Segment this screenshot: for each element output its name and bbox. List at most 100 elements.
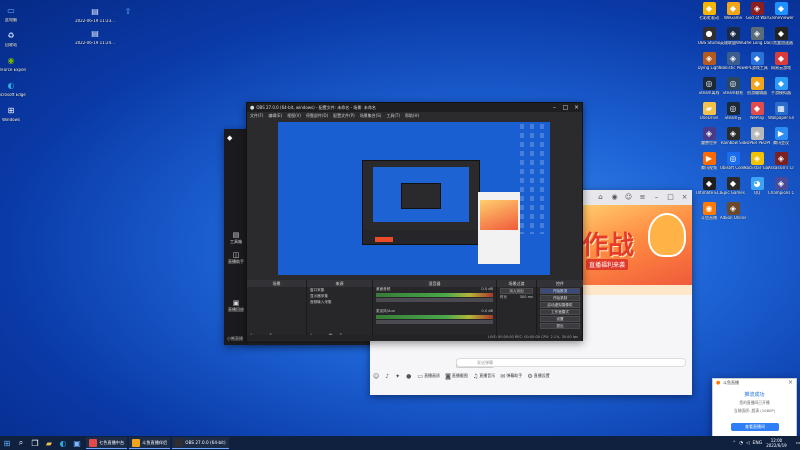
desktop-icon-label: Windows (2, 118, 20, 122)
toolbar-button[interactable]: ♪ (385, 373, 390, 380)
toolbar-button[interactable]: ✉ 弹幕助手 (500, 373, 522, 380)
lol-icon: ◈ (726, 27, 740, 40)
game-icon: ◈ (774, 152, 788, 165)
desktop-icon[interactable]: ◆ 网易云游戏 (766, 52, 796, 71)
start-streaming-button[interactable]: 开始推流 (540, 288, 580, 294)
obs-dock-area: 场景 + − ⌃ ⌄ 来源 窗口采集 显示器采集 音频输入采集 + − ⚙ ⌃ … (247, 280, 583, 341)
virtual-camera-button[interactable]: 启动虚拟摄像机 (540, 302, 580, 308)
menu-item[interactable]: 帮助(H) (405, 113, 419, 119)
rail-item-toolbox[interactable]: ▤ 工具箱 (226, 231, 246, 245)
studio-mode-button[interactable]: 工作室模式 (540, 309, 580, 315)
gamepad-icon[interactable]: ◉ (610, 193, 619, 202)
minimize-icon[interactable]: – (652, 193, 661, 202)
toolbar-button[interactable]: ✦ (395, 373, 401, 380)
game-icon: ◈ (750, 127, 764, 140)
clock[interactable]: 12:00 2022/6/19 (766, 438, 787, 448)
desktop-icon-label: Wallpaper Engine (768, 116, 794, 120)
menu-item[interactable]: 编辑(E) (268, 113, 282, 119)
exit-button[interactable]: 退出 (540, 323, 580, 329)
desktop-icon-label: 腾讯视频 (701, 166, 717, 170)
desktop-icon-label: 斗鱼直播 (701, 216, 717, 220)
desktop-icon[interactable]: ◈Champions Online (766, 177, 796, 196)
input-language[interactable]: ENG (753, 441, 763, 446)
duration-row: 时长 300 ms (500, 295, 533, 300)
game-icon: ◈ (750, 27, 764, 40)
store-icon[interactable]: ▣ (70, 436, 84, 450)
obs-preview-canvas[interactable] (278, 122, 550, 275)
start-recording-button[interactable]: 开始录制 (540, 295, 580, 301)
desktop-file[interactable]: ▤ 2022-06-19 11:23... (72, 5, 118, 24)
transition-select[interactable]: 淡入淡出 (500, 288, 533, 294)
menu-item[interactable]: 文件(F) (250, 113, 263, 119)
desktop-icon[interactable]: ◐ Microsoft Edge (0, 79, 26, 98)
toolbar-button[interactable]: ▭ 直播画质 (417, 373, 440, 380)
desktop-icon[interactable]: ⊞ Windows (0, 104, 26, 123)
maximize-icon[interactable]: □ (666, 193, 675, 202)
close-icon[interactable]: × (788, 379, 793, 387)
mixer-channel-label: 麦克风/Aux 0.0 dB (376, 309, 493, 313)
menu-item[interactable]: 场景集合(S) (360, 113, 382, 119)
promo-banner[interactable]: 作战 直播福利来袭 (574, 205, 692, 285)
desktop-icon[interactable]: ◉ GeForce Experience (0, 54, 26, 73)
desktop-icon[interactable]: ◆ 小黑盒加速器 (766, 27, 796, 46)
notification-center-icon[interactable]: ▭ (796, 441, 800, 446)
desktop-icon-label: Albion Online (720, 216, 746, 220)
toolbar-button[interactable]: ⚙ 直播设置 (527, 373, 549, 380)
user-icon[interactable]: ☺ (624, 193, 633, 202)
task-view-icon[interactable]: ❐ (28, 436, 42, 450)
menu-item[interactable]: 配置文件(P) (333, 113, 355, 119)
close-icon[interactable]: × (571, 103, 582, 112)
desktop-icon[interactable]: ◆ GameViewer (766, 2, 796, 21)
desktop-icon-label: 小黑盒加速器 (769, 41, 793, 45)
taskbar-app[interactable]: 七色直播中台 (86, 437, 128, 449)
volume-slider[interactable] (376, 320, 493, 324)
desktop-icon-label: Steam联机 (722, 91, 744, 95)
chevron-up-icon[interactable]: ⌃ (732, 441, 736, 446)
home-icon[interactable]: ⌂ (596, 193, 605, 202)
settings-button[interactable]: 设置 (540, 316, 580, 322)
search-icon[interactable]: ⌕ (14, 436, 28, 450)
desktop-icon[interactable]: ▭ 此电脑 (0, 4, 26, 23)
desktop-icon[interactable]: ▶ 腾讯会议 (766, 127, 796, 146)
windows-start-icon[interactable]: ⊞ (0, 436, 14, 450)
minimize-icon[interactable]: – (549, 103, 560, 112)
taskbar-app-label: 斗鱼直播伴侣 (142, 439, 168, 445)
close-icon[interactable]: × (680, 193, 689, 202)
desktop-file[interactable]: ▤ 2022-06-19 11:24... (72, 27, 118, 46)
desktop-icon[interactable]: ▦Wallpaper Engine (766, 102, 796, 121)
volume-icon[interactable]: ◁ (746, 441, 749, 446)
toolbar-button[interactable]: ♫ 直播音乐 (473, 373, 495, 380)
network-icon[interactable]: ◔ (739, 441, 743, 446)
view-room-button[interactable]: 查看直播间 (731, 423, 779, 431)
desktop-icon[interactable]: ◈Assassin's Creed (766, 152, 796, 171)
client-footer: 小熊直播 (227, 336, 243, 341)
promo-title: 作战 (582, 231, 635, 261)
obs-window[interactable]: ● OBS 27.0.0 (64-bit, windows) - 配置文件: 未… (246, 102, 583, 341)
volume-slider[interactable] (376, 298, 493, 302)
menu-item[interactable]: 工具(T) (386, 113, 400, 119)
taskbar-app[interactable]: 斗鱼直播伴侣 (129, 437, 171, 449)
menu-item[interactable]: 视图(V) (287, 113, 301, 119)
edge-icon[interactable]: ◐ (56, 436, 70, 450)
source-item[interactable]: 音频输入采集 (307, 299, 372, 305)
maximize-icon[interactable]: □ (560, 103, 571, 112)
duration-value[interactable]: 300 ms (520, 295, 533, 300)
desktop-icon[interactable]: ◈ Albion Online (718, 202, 748, 221)
desktop-shortcut[interactable]: ⇧ (113, 5, 143, 18)
taskbar-app[interactable]: OBS 27.0.0 (64-bit) (172, 437, 229, 449)
desktop-icon[interactable]: ◆ 手游模拟器 (766, 77, 796, 96)
toast-notification[interactable]: ● 斗鱼直播 × 推流成功 您的直播间已开播 当前画质: 超清 (1080P) … (712, 378, 797, 438)
menu-icon[interactable]: ≡ (638, 193, 647, 202)
file-explorer-icon[interactable]: ▰ (42, 436, 56, 450)
audio-meter (376, 315, 493, 319)
toolbar-button[interactable]: ● (406, 373, 412, 380)
toolbar-button[interactable]: ☺ (373, 373, 380, 380)
game-icon: ◈ (702, 127, 716, 140)
rail-item-assistant[interactable]: ◫ 直播助手 (226, 251, 246, 265)
desktop-icon[interactable]: ♻ 回收站 (0, 29, 26, 48)
rail-item-replay[interactable]: ▣ 直播回放 (226, 299, 246, 313)
obs-icon: ● (250, 104, 255, 111)
toolbar-button[interactable]: ◙ 直播截图 (445, 373, 468, 380)
menu-item[interactable]: 停靠部件(D) (306, 113, 328, 119)
danmaku-input[interactable]: 发送弹幕 (456, 358, 686, 367)
